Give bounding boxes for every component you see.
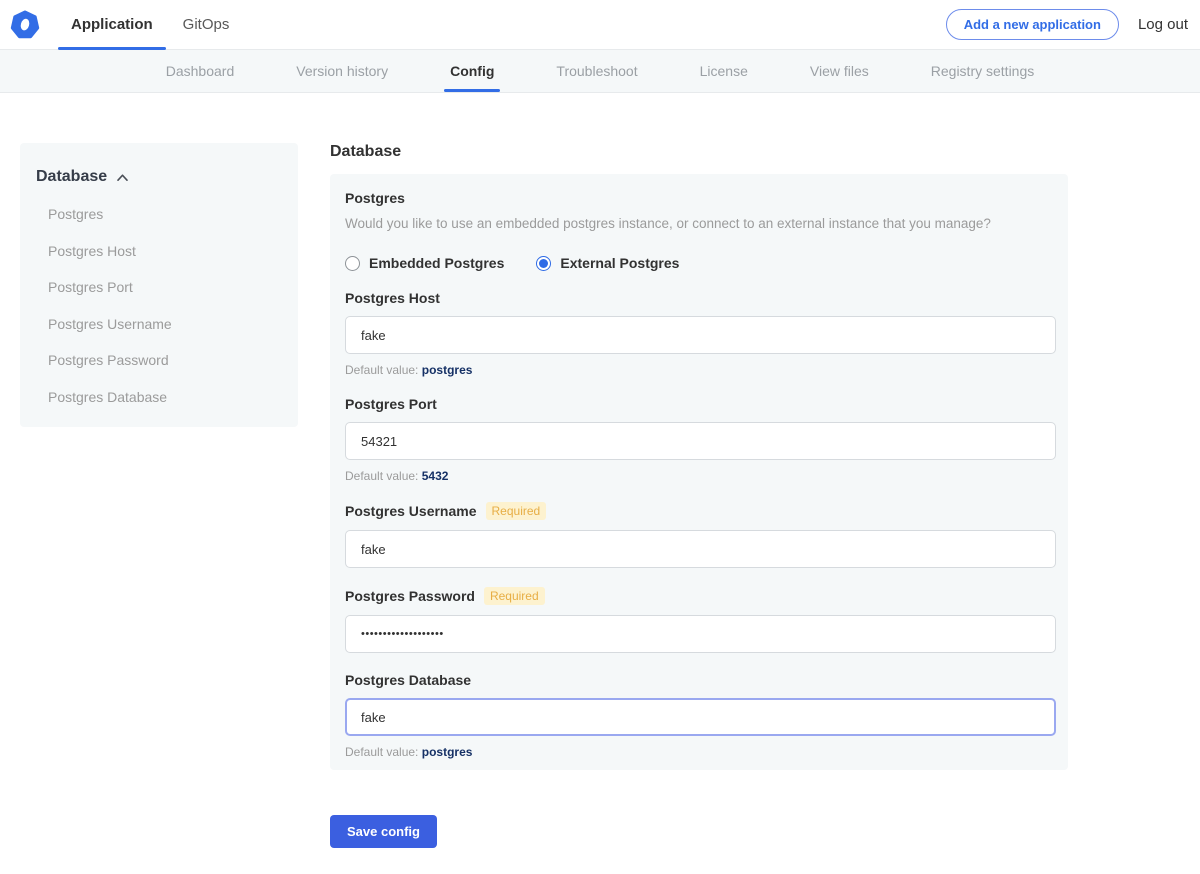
postgres-port-input[interactable] [345, 422, 1056, 460]
subnav-item-license[interactable]: License [700, 50, 748, 92]
default-value: postgres [422, 363, 473, 377]
required-badge: Required [484, 587, 545, 605]
config-main: Database Postgres Would you like to use … [330, 143, 1068, 848]
config-sidebar: Database Postgres Postgres Host Postgres… [20, 143, 298, 427]
add-application-button[interactable]: Add a new application [946, 9, 1119, 40]
default-prefix: Default value: [345, 745, 418, 759]
config-group-panel: Postgres Would you like to use an embedd… [330, 174, 1068, 770]
sidebar-item-postgres-password[interactable]: Postgres Password [48, 352, 282, 368]
field-postgres-password-label: Postgres Password [345, 588, 475, 604]
postgres-username-input[interactable] [345, 530, 1056, 568]
field-postgres-database: Postgres Database Default value: postgre… [345, 672, 1056, 759]
field-postgres-port: Postgres Port Default value: 5432 [345, 396, 1056, 483]
required-badge: Required [486, 502, 547, 520]
field-postgres-password: Postgres Password Required [345, 587, 1056, 653]
default-prefix: Default value: [345, 469, 418, 483]
postgres-host-input[interactable] [345, 316, 1056, 354]
field-postgres: Postgres Would you like to use an embedd… [345, 190, 1056, 271]
default-prefix: Default value: [345, 363, 418, 377]
subnav-item-dashboard[interactable]: Dashboard [166, 50, 235, 92]
subnav-item-version-history[interactable]: Version history [296, 50, 388, 92]
field-postgres-label: Postgres [345, 190, 1056, 206]
subnav-item-view-files[interactable]: View files [810, 50, 869, 92]
postgres-password-input[interactable] [345, 615, 1056, 653]
radio-external-postgres-label: External Postgres [560, 255, 679, 271]
field-postgres-host: Postgres Host Default value: postgres [345, 290, 1056, 377]
sidebar-group-label: Database [36, 168, 107, 186]
default-value: postgres [422, 745, 473, 759]
subnav-item-registry-settings[interactable]: Registry settings [931, 50, 1034, 92]
top-nav: Application GitOps Add a new application… [0, 0, 1200, 50]
subnav-item-troubleshoot[interactable]: Troubleshoot [556, 50, 637, 92]
radio-embedded-postgres[interactable]: Embedded Postgres [345, 255, 504, 271]
postgres-database-input[interactable] [345, 698, 1056, 736]
radio-input-embedded-postgres[interactable] [345, 256, 360, 271]
radio-external-postgres[interactable]: External Postgres [536, 255, 679, 271]
subnav-item-config[interactable]: Config [450, 50, 494, 92]
tab-application-label: Application [71, 16, 153, 33]
section-title: Database [330, 143, 1068, 161]
radio-input-external-postgres[interactable] [536, 256, 551, 271]
top-nav-right: Add a new application Log out [946, 9, 1188, 40]
tab-gitops[interactable]: GitOps [168, 0, 245, 49]
field-postgres-port-label: Postgres Port [345, 396, 437, 412]
top-tabs: Application GitOps [56, 0, 244, 49]
postgres-radio-group: Embedded Postgres External Postgres [345, 255, 1056, 271]
field-postgres-username-label: Postgres Username [345, 503, 477, 519]
kots-logo-icon [10, 10, 40, 40]
postgres-port-default-hint: Default value: 5432 [345, 469, 1056, 483]
sidebar-item-postgres[interactable]: Postgres [48, 206, 282, 222]
save-config-button[interactable]: Save config [330, 815, 437, 848]
default-value: 5432 [422, 469, 449, 483]
tab-gitops-label: GitOps [183, 16, 230, 33]
tab-application[interactable]: Application [56, 0, 168, 49]
content-area: Database Postgres Postgres Host Postgres… [0, 93, 1200, 848]
field-postgres-host-label: Postgres Host [345, 290, 440, 306]
chevron-up-icon [116, 173, 129, 182]
sidebar-item-postgres-database[interactable]: Postgres Database [48, 389, 282, 405]
postgres-database-default-hint: Default value: postgres [345, 745, 1056, 759]
sub-nav: Dashboard Version history Config Trouble… [0, 50, 1200, 93]
postgres-host-default-hint: Default value: postgres [345, 363, 1056, 377]
field-postgres-help: Would you like to use an embedded postgr… [345, 216, 1056, 231]
sidebar-item-list: Postgres Postgres Host Postgres Port Pos… [36, 206, 282, 405]
radio-embedded-postgres-label: Embedded Postgres [369, 255, 504, 271]
logout-link[interactable]: Log out [1138, 16, 1188, 33]
field-postgres-username: Postgres Username Required [345, 502, 1056, 568]
sidebar-item-postgres-username[interactable]: Postgres Username [48, 316, 282, 332]
sidebar-item-postgres-host[interactable]: Postgres Host [48, 243, 282, 259]
field-postgres-database-label: Postgres Database [345, 672, 471, 688]
sidebar-item-postgres-port[interactable]: Postgres Port [48, 279, 282, 295]
sidebar-group-database[interactable]: Database [36, 168, 282, 186]
